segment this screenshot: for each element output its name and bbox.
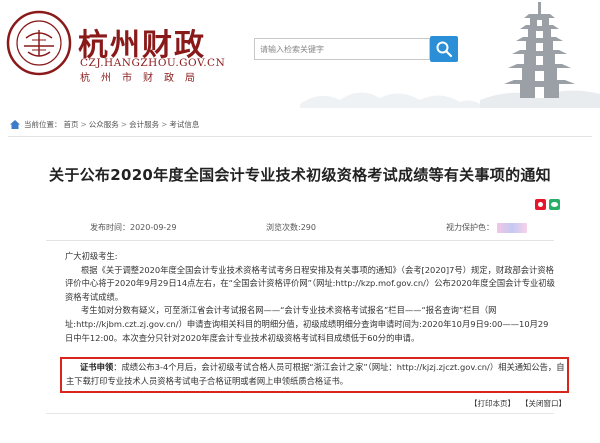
greeting: 广大初级考生: xyxy=(65,251,118,261)
site-header: 杭州财政 CZJ.HANGZHOU.GOV.CN 杭州市财政局 请输入检索关键字 xyxy=(0,0,600,108)
pagoda-illustration xyxy=(480,0,600,108)
search-icon xyxy=(436,41,453,58)
eye-protection-swatch[interactable] xyxy=(497,222,527,233)
article-title: 关于公布2020年度全国会计专业技术初级资格考试成绩等有关事项的通知 xyxy=(49,166,551,184)
finance-bureau-seal-icon[interactable] xyxy=(6,10,72,76)
breadcrumb-label: 当前位置： xyxy=(24,119,62,129)
divider xyxy=(46,240,554,241)
breadcrumb-item-home[interactable]: 首页 xyxy=(64,119,79,130)
paragraph-1: 根据《关于调整2020年度全国会计专业技术资格考试考务日程安排及有关事项的通知》… xyxy=(65,264,555,302)
search-input[interactable]: 请输入检索关键字 xyxy=(254,38,430,60)
home-icon xyxy=(10,119,20,129)
breadcrumb: 当前位置： 首页 > 公众服务 > 会计服务 > 考试信息 xyxy=(10,117,199,131)
search-button[interactable] xyxy=(430,36,458,62)
eye-protection-color: 视力保护色： xyxy=(446,222,527,233)
breadcrumb-separator: > xyxy=(161,119,168,129)
breadcrumb-item-accounting-service[interactable]: 会计服务 xyxy=(129,119,159,130)
print-page-link[interactable]: 【打印本页】 xyxy=(470,398,515,409)
wechat-share-icon[interactable] xyxy=(549,199,560,210)
site-subtitle: 杭州市财政局 xyxy=(80,73,206,84)
paragraph-2: 考生如对分数有疑义，可至浙江省会计考试报名网——“会计专业技术资格考试报名”栏目… xyxy=(65,305,549,343)
certificate-text: ：成绩公布3-4个月后，会计初级考试合格人员可根据“浙江会计之家”（网址：htt… xyxy=(66,362,565,386)
eye-protection-label: 视力保护色： xyxy=(446,223,494,232)
footer-links: 【打印本页】 【关闭窗口】 xyxy=(470,398,566,409)
divider xyxy=(46,413,554,414)
certificate-paragraph: 证书申领：成绩公布3-4个月后，会计初级考试合格人员可根据“浙江会计之家”（网址… xyxy=(66,361,566,388)
share-bar xyxy=(535,199,560,210)
view-count: 浏览次数:290 xyxy=(266,223,316,232)
certificate-label: 证书申领 xyxy=(80,362,114,372)
close-window-link[interactable]: 【关闭窗口】 xyxy=(521,398,566,409)
publish-date: 发布时间：2020-09-29 xyxy=(90,223,177,232)
breadcrumb-separator: > xyxy=(80,119,87,129)
breadcrumb-separator: > xyxy=(120,119,128,129)
breadcrumb-item-public-service[interactable]: 公众服务 xyxy=(89,119,119,130)
cloud-decoration xyxy=(300,92,480,108)
breadcrumb-item-exam-info[interactable]: 考试信息 xyxy=(169,119,199,130)
article-body: 广大初级考生: 根据《关于调整2020年度全国会计专业技术资格考试考务日程安排及… xyxy=(65,250,555,345)
weibo-share-icon[interactable] xyxy=(535,199,546,210)
divider xyxy=(8,136,592,137)
site-domain: CZJ.HANGZHOU.GOV.CN xyxy=(80,57,226,69)
